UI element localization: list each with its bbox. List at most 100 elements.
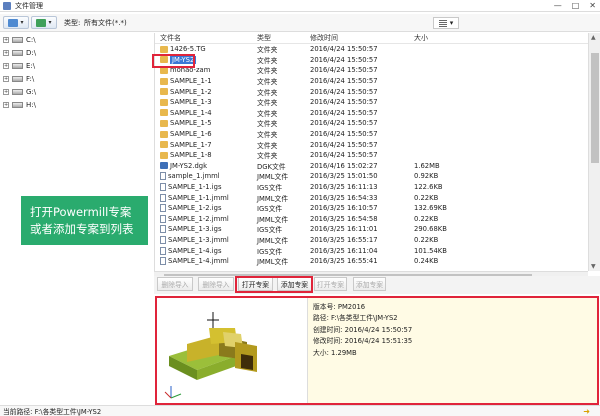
delete-import-button[interactable]: 删除导入 <box>157 277 193 291</box>
cell-name: JM-YS2 <box>155 55 257 64</box>
tree-item-e[interactable]: + E:\ <box>0 59 152 72</box>
nav-button[interactable]: ▾ <box>31 16 57 29</box>
file-icon <box>160 235 166 244</box>
expand-icon[interactable]: + <box>3 88 9 95</box>
header-size[interactable]: 大小 <box>414 33 474 43</box>
banner-line-1: 打开Powermill专案 <box>30 204 132 219</box>
annotation-banner: 打开Powermill专案 或者添加专案到列表 <box>21 196 148 245</box>
file-name: sample_1.jmml <box>168 172 220 181</box>
list-item[interactable]: SAMPLE_1-4.igs IGS文件 2016/3/25 16:11:04 101… <box>155 245 600 256</box>
scroll-down-icon[interactable]: ▼ <box>591 263 596 270</box>
file-name: SAMPLE_1-3.jmml <box>168 235 229 244</box>
expand-icon[interactable]: + <box>3 101 9 108</box>
expand-icon[interactable]: + <box>3 49 9 56</box>
cell-modified: 2016/3/25 16:54:33 <box>310 193 378 202</box>
header-type[interactable]: 类型 <box>257 33 310 43</box>
open-project-button-disabled[interactable]: 打开专案 <box>314 277 347 291</box>
tree-item-f[interactable]: + F:\ <box>0 72 152 85</box>
file-icon <box>160 257 166 266</box>
go-arrow-icon[interactable]: ➜ <box>583 407 590 416</box>
list-item[interactable]: SAMPLE_1-1 文件夹 2016/4/24 15:50:57 <box>155 76 600 87</box>
info-modified: 修改时间: 2016/4/24 15:51:35 <box>313 337 413 346</box>
add-project-button[interactable]: 添加专案 <box>277 277 312 291</box>
tree-item-h[interactable]: + H:\ <box>0 98 152 111</box>
view-mode-button[interactable]: ▾ <box>433 17 459 29</box>
cell-name: SAMPLE_1-1 <box>155 77 257 85</box>
add-project-button-disabled[interactable]: 添加专案 <box>353 277 386 291</box>
cell-modified: 2016/3/25 15:01:50 <box>310 172 378 181</box>
list-item[interactable]: SAMPLE_1-5 文件夹 2016/4/24 15:50:57 <box>155 118 600 129</box>
drive-icon <box>12 36 23 43</box>
cell-name: SAMPLE_1-7 <box>155 141 257 149</box>
cell-name: sample_1.jmml <box>155 172 257 181</box>
file-list: 文件名 类型 修改时间 大小 1426-5.TG 文件夹 2016/4/24 15:… <box>154 33 600 271</box>
list-item[interactable]: SAMPLE_1-3.igs IGS文件 2016/3/25 16:11:01 290… <box>155 224 600 235</box>
cell-size: 101.54KB <box>414 246 447 255</box>
open-project-button[interactable]: 打开专案 <box>238 277 273 291</box>
list-item[interactable]: mohao-zam 文件夹 2016/4/24 15:50:57 <box>155 65 600 76</box>
scroll-thumb[interactable] <box>591 53 599 163</box>
type-filter-select[interactable]: 所有文件(*.*) <box>84 18 127 28</box>
minimize-button[interactable]: — <box>554 1 562 10</box>
cell-modified: 2016/3/25 16:10:57 <box>310 204 378 213</box>
delete-import-button-2[interactable]: 删除导入 <box>198 277 234 291</box>
cell-type: 文件夹 <box>257 99 278 108</box>
file-name: SAMPLE_1-5 <box>170 119 212 128</box>
expand-icon[interactable]: + <box>3 36 9 43</box>
maximize-button[interactable]: □ <box>572 1 580 10</box>
close-button[interactable]: ✕ <box>589 1 596 10</box>
list-item[interactable]: SAMPLE_1-8 文件夹 2016/4/24 15:50:57 <box>155 150 600 161</box>
cell-name: SAMPLE_1-4.igs <box>155 246 257 255</box>
list-item[interactable]: SAMPLE_1-7 文件夹 2016/4/24 15:50:57 <box>155 139 600 150</box>
list-item[interactable]: SAMPLE_1-4 文件夹 2016/4/24 15:50:57 <box>155 108 600 119</box>
cell-type: JMML文件 <box>257 194 289 203</box>
list-item[interactable]: SAMPLE_1-2.igs IGS文件 2016/3/25 16:10:57 132… <box>155 203 600 214</box>
file-icon <box>160 193 166 202</box>
header-modified[interactable]: 修改时间 <box>310 33 414 43</box>
scroll-up-icon[interactable]: ▲ <box>591 34 596 41</box>
list-item[interactable]: sample_1.jmml JMML文件 2016/3/25 15:01:50 0.9… <box>155 171 600 182</box>
drive-icon <box>12 88 23 95</box>
file-name: SAMPLE_1-8 <box>170 151 212 160</box>
view-button[interactable]: ▾ <box>3 16 29 29</box>
list-item[interactable]: SAMPLE_1-1.jmml JMML文件 2016/3/25 16:54:33 0… <box>155 192 600 203</box>
action-bar: 删除导入 删除导入 打开专案 添加专案 打开专案 添加专案 <box>154 276 600 294</box>
window-controls: — □ ✕ <box>554 1 596 10</box>
folder-icon <box>160 151 168 159</box>
list-item[interactable]: SAMPLE_1-4.jmml JMML文件 2016/3/25 16:55:41 0… <box>155 256 600 267</box>
tree-item-label: D:\ <box>26 48 37 57</box>
header-name[interactable]: 文件名 <box>155 33 257 43</box>
cell-size: 0.22KB <box>414 235 439 244</box>
file-name: mohao-zam <box>170 66 211 75</box>
cell-name: SAMPLE_1-1.jmml <box>155 193 257 202</box>
tree-item-c[interactable]: + C:\ <box>0 33 152 46</box>
tree-item-d[interactable]: + D:\ <box>0 46 152 59</box>
cell-type: 文件夹 <box>257 109 278 118</box>
cell-modified: 2016/4/24 15:50:57 <box>310 119 378 128</box>
tree-item-g[interactable]: + G:\ <box>0 85 152 98</box>
vertical-scrollbar[interactable]: ▲ ▼ <box>588 33 600 271</box>
list-item[interactable]: SAMPLE_1-6 文件夹 2016/4/24 15:50:57 <box>155 129 600 140</box>
list-item[interactable]: SAMPLE_1-3 文件夹 2016/4/24 15:50:57 <box>155 97 600 108</box>
cell-type: 文件夹 <box>257 46 278 55</box>
cell-modified: 2016/3/25 16:55:17 <box>310 235 378 244</box>
list-item[interactable]: SAMPLE_1-1.igs IGS文件 2016/3/25 16:11:13 122… <box>155 182 600 193</box>
cell-name: SAMPLE_1-8 <box>155 151 257 159</box>
list-item[interactable]: JM-YS2.dgk DGK文件 2016/4/16 15:02:27 1.62MB <box>155 161 600 172</box>
cell-type: JMML文件 <box>257 215 289 224</box>
list-item[interactable]: SAMPLE_1-2 文件夹 2016/4/24 15:50:57 <box>155 86 600 97</box>
cell-modified: 2016/3/25 16:55:41 <box>310 257 378 266</box>
expand-icon[interactable]: + <box>3 62 9 69</box>
expand-icon[interactable]: + <box>3 75 9 82</box>
list-item[interactable]: 1426-5.TG 文件夹 2016/4/24 15:50:57 <box>155 44 600 55</box>
tree-item-label: H:\ <box>26 100 36 109</box>
list-item[interactable]: SAMPLE_1-2.jmml JMML文件 2016/3/25 16:54:58 0… <box>155 214 600 225</box>
list-item[interactable]: JM-YS2 文件夹 2016/4/24 15:50:57 <box>155 55 600 66</box>
status-bar: 当前路径: F:\各类型工件\JM-YS2 ➜ <box>0 405 600 416</box>
file-name: SAMPLE_1-3.igs <box>168 225 222 234</box>
list-item[interactable]: SAMPLE_1-3.jmml JMML文件 2016/3/25 16:55:17 0… <box>155 235 600 246</box>
dropdown-icon: ▾ <box>449 19 454 27</box>
app-icon <box>3 1 11 10</box>
file-name: SAMPLE_1-3 <box>170 98 212 107</box>
cell-name: mohao-zam <box>155 66 257 74</box>
